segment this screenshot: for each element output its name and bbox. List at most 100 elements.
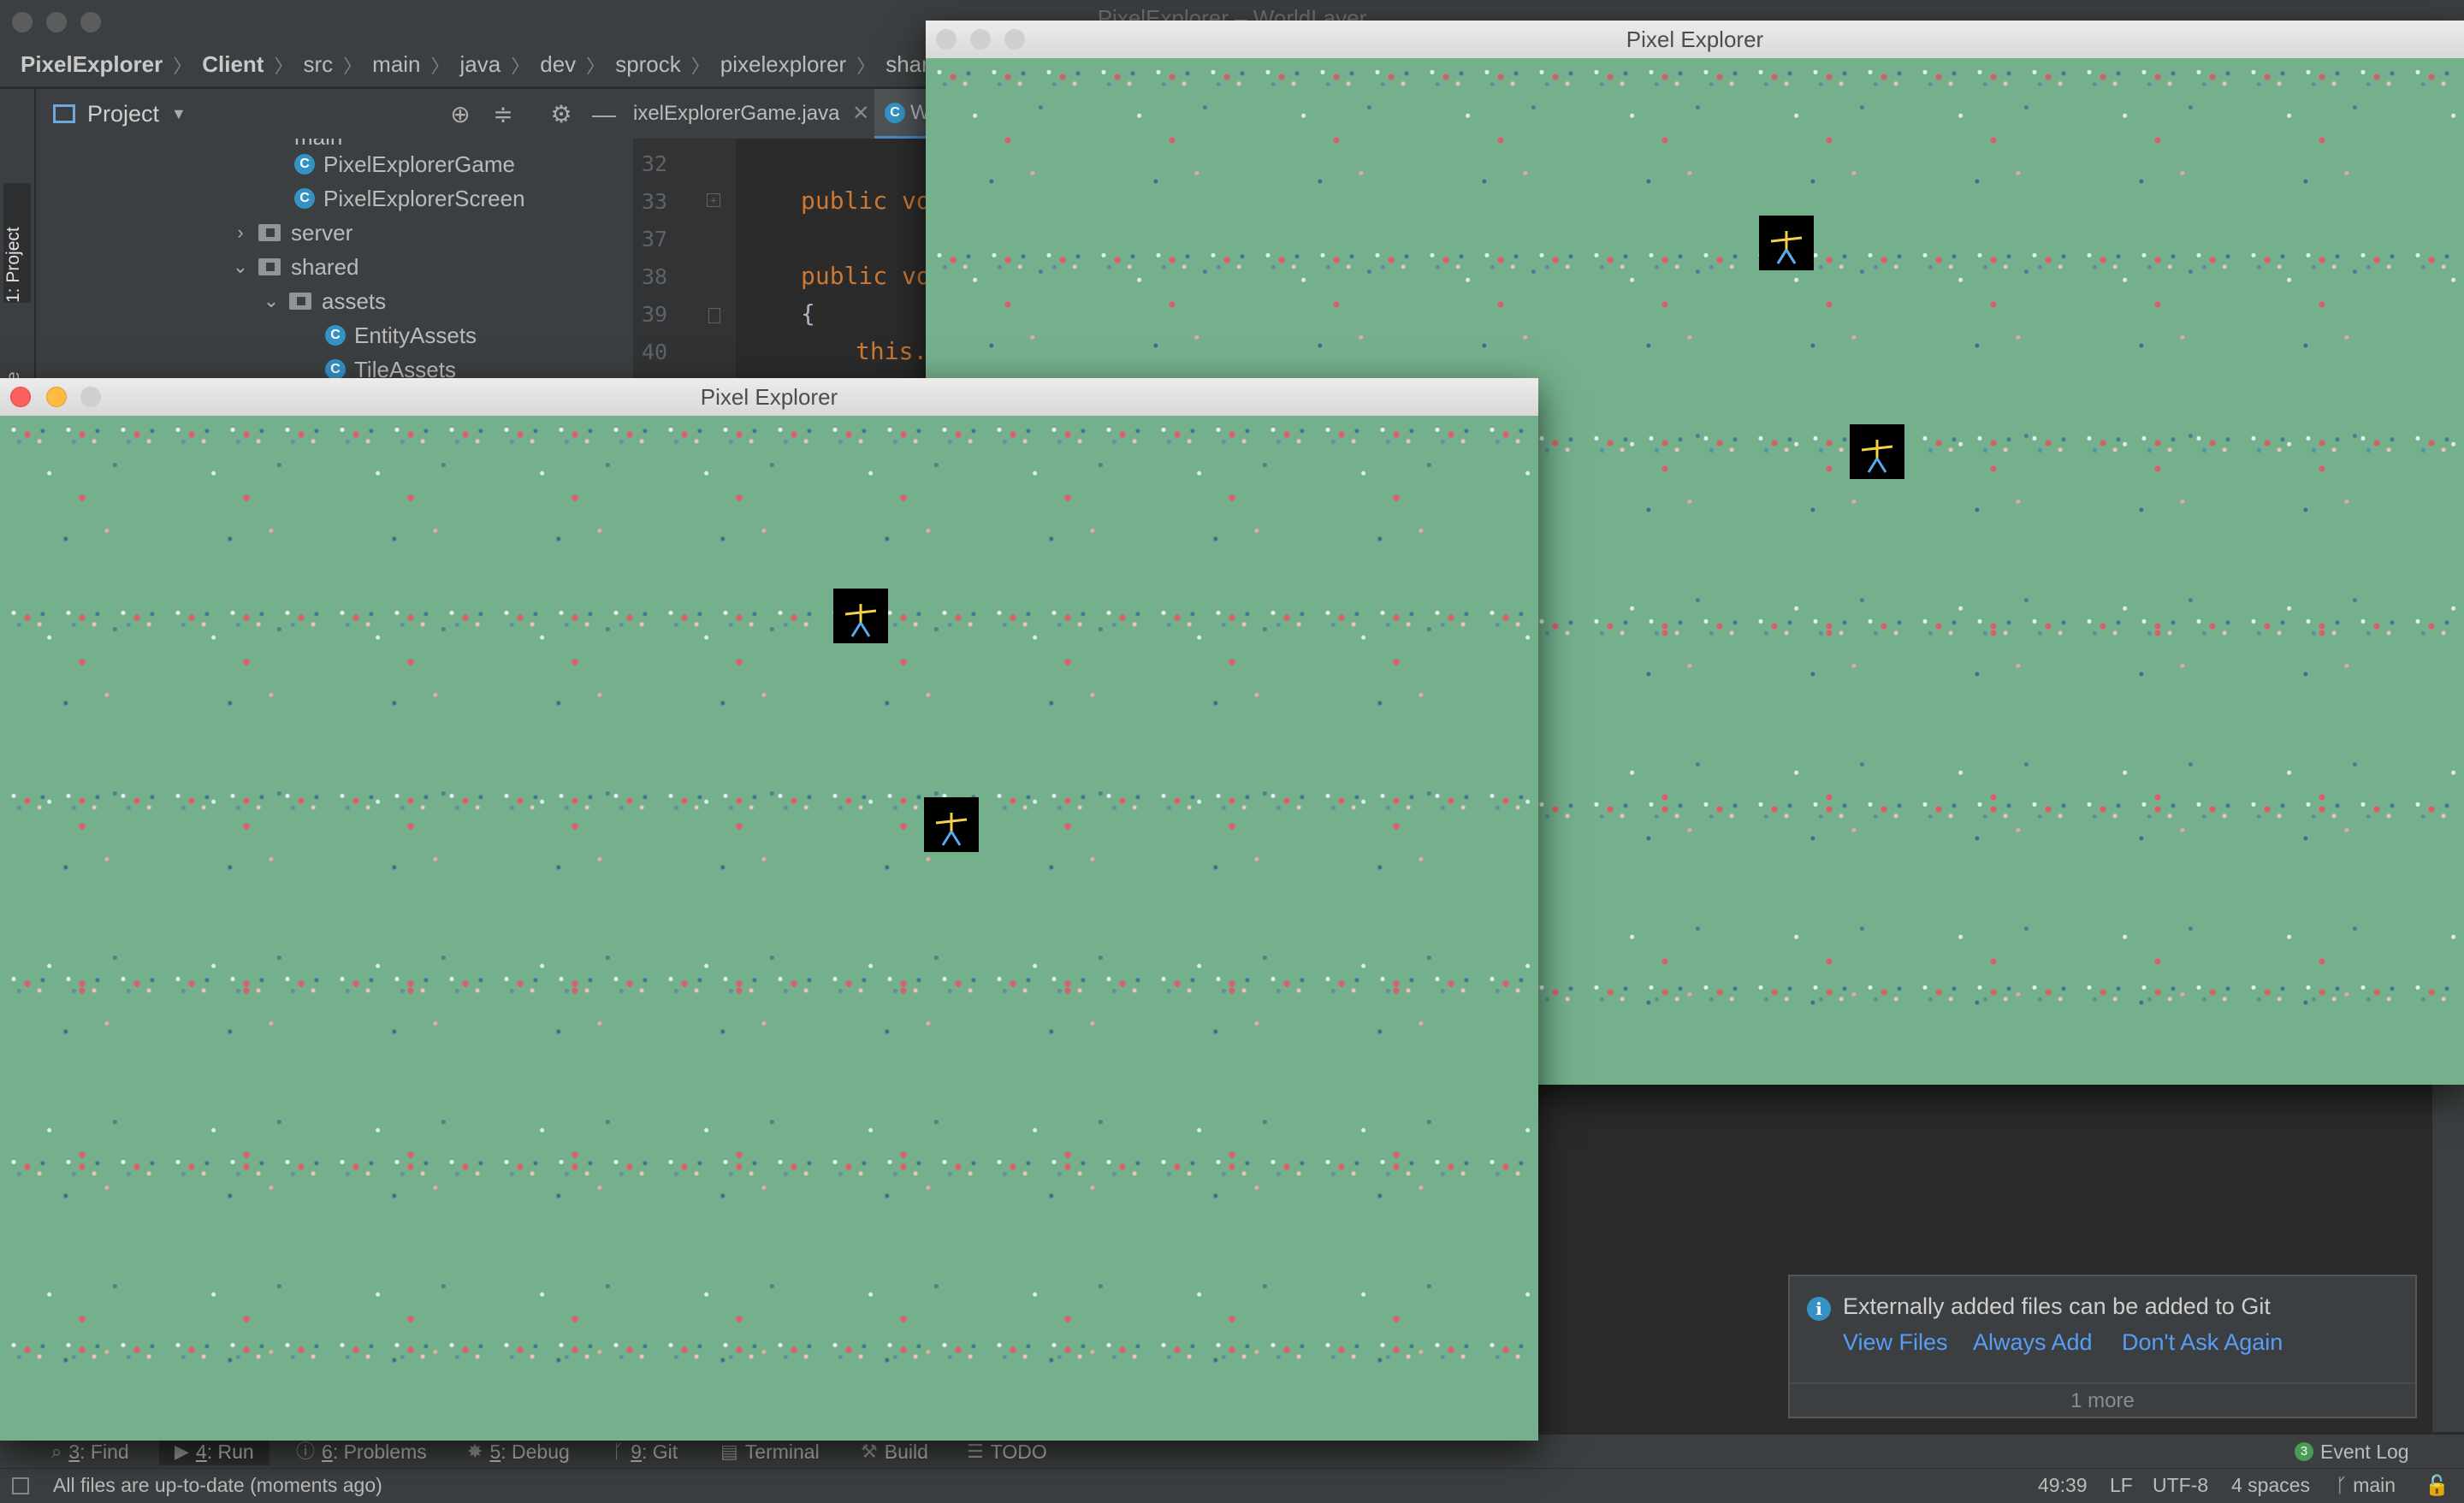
code-editor[interactable]: public vo public vo { this. [736, 139, 933, 378]
status-message: All files are up-to-date (moments ago) [53, 1474, 382, 1496]
tab-project[interactable]: 1: Project [3, 183, 31, 303]
tree-item-pixelexplorerscreen[interactable]: C PixelExplorerScreen [294, 181, 525, 216]
run-icon: ▶ [175, 1441, 189, 1462]
zoom-button[interactable] [80, 12, 101, 33]
folder-icon [258, 258, 281, 275]
more-notifications[interactable]: 1 more [1790, 1382, 2415, 1418]
hide-panel-icon[interactable]: — [590, 101, 618, 128]
fold-icon[interactable] [708, 308, 720, 323]
tree-item-label: PixelExplorerGame [323, 151, 515, 177]
zoom-button[interactable] [80, 387, 101, 407]
tab-run[interactable]: ▶ 4: Run [159, 1438, 270, 1465]
flower-row [0, 972, 1538, 996]
breadcrumb-project[interactable]: PixelExplorer [21, 51, 163, 78]
code-line: public vo [801, 262, 931, 290]
status-bar: All files are up-to-date (moments ago) 4… [0, 1468, 2464, 1503]
project-view-selector[interactable]: Project [87, 101, 159, 127]
tree-item-entityassets[interactable]: C EntityAssets [325, 318, 477, 352]
game-window-titlebar: Pixel Explorer [926, 21, 2464, 59]
game-window-titlebar: Pixel Explorer [0, 378, 1538, 417]
class-icon: C [885, 103, 905, 123]
tab-terminal[interactable]: ▤ Terminal [720, 1438, 820, 1465]
tab-git[interactable]: ᚴ9: Git [613, 1438, 678, 1465]
minimize-button[interactable] [46, 387, 67, 407]
tree-item-label: TileAssets [354, 357, 456, 378]
dont-ask-again-link[interactable]: Don't Ask Again [2122, 1329, 2283, 1356]
file-encoding[interactable]: UTF-8 [2153, 1474, 2208, 1497]
tree-item-pixelexplorergame[interactable]: C PixelExplorerGame [294, 147, 515, 181]
player-sprite [833, 589, 888, 643]
code-line: { [801, 299, 815, 328]
minimize-button[interactable] [970, 29, 991, 50]
indent-setting[interactable]: 4 spaces [2231, 1474, 2310, 1497]
flower-row [926, 65, 2464, 89]
breadcrumb-src[interactable]: src [303, 51, 333, 78]
tree-item-label: EntityAssets [354, 322, 477, 348]
problems-icon: ⓘ [296, 1441, 316, 1462]
breadcrumb-dev[interactable]: dev [540, 51, 576, 78]
line-number: 40 [642, 340, 668, 364]
player-sprite [1850, 424, 1904, 479]
tab-problems[interactable]: ⓘ 6: Problems [296, 1438, 427, 1465]
line-number: 32 [642, 151, 668, 176]
caret-position[interactable]: 49:39 [2038, 1474, 2088, 1497]
folder-icon [289, 293, 311, 310]
tab-find[interactable]: ⌕ 3: Find [51, 1438, 129, 1465]
tree-item-label: shared [291, 254, 359, 280]
gear-icon[interactable]: ⚙ [548, 101, 575, 128]
zoom-button[interactable] [1004, 29, 1025, 50]
minimize-button[interactable] [46, 12, 67, 33]
player-sprite [924, 797, 979, 852]
chevron-right-icon[interactable]: › [229, 216, 252, 250]
line-number: 33 [642, 189, 668, 214]
line-number: 37 [642, 227, 668, 251]
notification-message: Externally added files can be added to G… [1843, 1293, 2271, 1319]
chevron-down-icon[interactable]: ▼ [171, 105, 187, 123]
tab-todo[interactable]: ☰ TODO [967, 1438, 1047, 1465]
always-add-link[interactable]: Always Add [1973, 1329, 2093, 1356]
close-button[interactable] [936, 29, 957, 50]
tree-item-shared[interactable]: ⌄ shared [229, 250, 359, 284]
breadcrumb-module[interactable]: Client [202, 51, 264, 78]
editor-tabs: ixelExplorerGame.java ✕ C W [633, 89, 933, 139]
tab-build[interactable]: ⚒ Build [861, 1438, 928, 1465]
toggle-tool-windows-icon[interactable] [12, 1477, 29, 1494]
flower-row [926, 248, 2464, 272]
close-button[interactable] [12, 12, 33, 33]
tree-item-server[interactable]: › server [229, 216, 352, 250]
flower-row [0, 789, 1538, 813]
close-icon[interactable]: ✕ [852, 102, 869, 125]
breadcrumb-pixelexplorer[interactable]: pixelexplorer [720, 51, 846, 78]
locate-icon[interactable]: ⊕ [447, 101, 474, 128]
close-button[interactable] [10, 387, 31, 407]
tab-pixelexplorergame[interactable]: ixelExplorerGame.java ✕ [633, 101, 869, 126]
info-icon: i [1807, 1297, 1831, 1321]
breadcrumb-java[interactable]: java [460, 51, 501, 78]
code-line: public vo [801, 186, 931, 215]
collapse-all-icon[interactable]: ≑ [489, 101, 517, 128]
git-icon: ᚴ [613, 1441, 625, 1462]
player-sprite [1759, 216, 1814, 270]
breadcrumb-sprock[interactable]: sprock [615, 51, 681, 78]
chevron-down-icon[interactable]: ⌄ [229, 250, 252, 284]
game-canvas[interactable] [0, 416, 1538, 1441]
tab-event-log[interactable]: 3 Event Log [2295, 1438, 2409, 1465]
project-panel-header: Project ▼ ⊕ ≑ ⚙ — [36, 89, 633, 139]
tree-item-assets[interactable]: ⌄ assets [260, 284, 386, 318]
event-count-badge: 3 [2295, 1442, 2313, 1461]
class-icon: C [325, 325, 346, 346]
game-window-front: Pixel Explorer [0, 378, 1538, 1441]
lock-icon[interactable]: 🔓 [2425, 1474, 2449, 1497]
tree-item-label: server [291, 220, 353, 246]
tab-worldlayer[interactable]: C W [874, 89, 933, 139]
line-ending[interactable]: LF [2110, 1474, 2133, 1497]
breadcrumb-main[interactable]: main [372, 51, 420, 78]
chevron-down-icon[interactable]: ⌄ [260, 284, 282, 318]
tree-item-tileassets[interactable]: C TileAssets [325, 352, 456, 378]
git-branch[interactable]: ᚴ main [2336, 1474, 2396, 1497]
class-icon: C [294, 154, 315, 175]
view-files-link[interactable]: View Files [1843, 1329, 1948, 1356]
tab-debug[interactable]: ✸ 5: Debug [467, 1438, 570, 1465]
fold-icon[interactable]: + [707, 193, 720, 207]
tree-item-label: assets [322, 288, 387, 314]
